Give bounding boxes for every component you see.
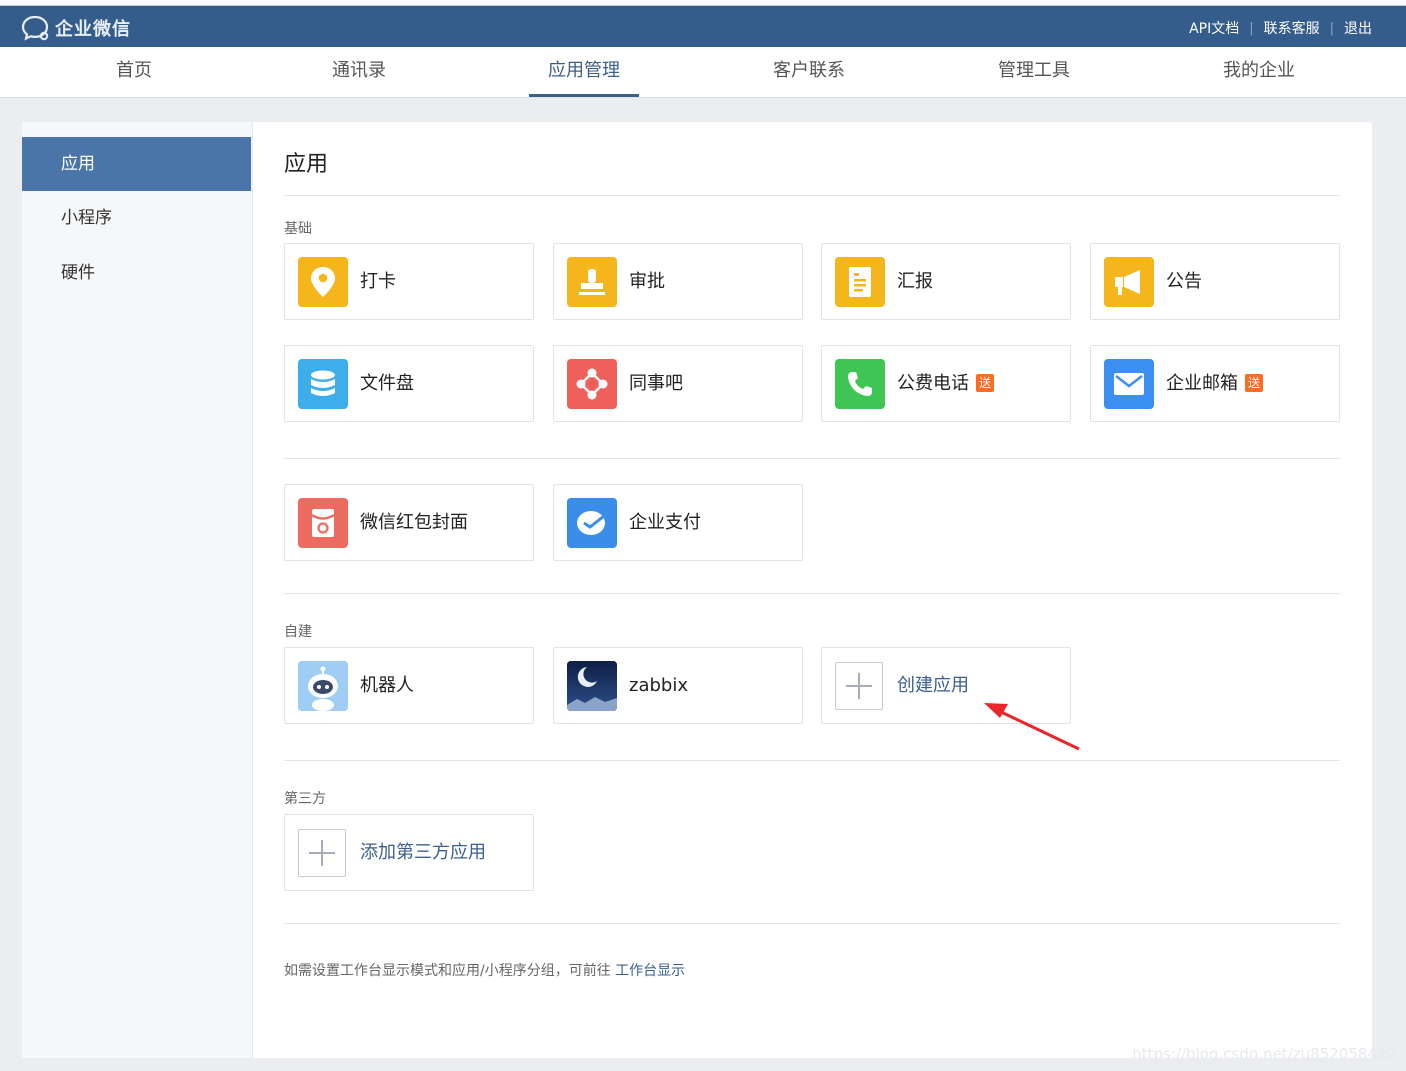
plus-icon bbox=[835, 662, 883, 710]
create-app-button[interactable]: 创建应用 bbox=[821, 647, 1071, 724]
sidebar-item-hardware[interactable]: 硬件 bbox=[22, 246, 251, 300]
robot-icon bbox=[298, 661, 348, 711]
gift-badge: 送 bbox=[976, 374, 994, 392]
divider bbox=[284, 923, 1340, 924]
app-name: 同事吧 bbox=[629, 373, 683, 394]
logo[interactable]: 企业微信 bbox=[21, 14, 131, 42]
support-link[interactable]: 联系客服 bbox=[1264, 18, 1320, 38]
create-app-label: 创建应用 bbox=[897, 675, 969, 696]
app-card-enterprise-payment[interactable]: 企业支付 bbox=[553, 484, 803, 561]
nav-management-tools[interactable]: 管理工具 bbox=[969, 47, 1099, 98]
sidebar-item-mini-programs[interactable]: 小程序 bbox=[22, 191, 251, 245]
logout-link[interactable]: 退出 bbox=[1344, 18, 1372, 38]
app-name: 企业支付 bbox=[629, 512, 701, 533]
content-area: 应用 基础 打卡 审批 汇报 公告 文件盘 同事吧 公费电话 送 企业邮箱 送 … bbox=[284, 122, 1340, 1058]
app-name: 企业邮箱送 bbox=[1166, 346, 1263, 421]
watermark: https://blog.csdn.net/zu852058422 bbox=[1132, 1045, 1396, 1063]
app-card-red-packet-cover[interactable]: 微信红包封面 bbox=[284, 484, 534, 561]
separator: | bbox=[1329, 20, 1334, 36]
section-label-third-party: 第三方 bbox=[284, 791, 326, 807]
divider bbox=[284, 593, 1340, 594]
divider bbox=[284, 195, 1340, 196]
app-name: 公费电话送 bbox=[897, 346, 994, 421]
megaphone-icon bbox=[1104, 257, 1154, 307]
top-links: API文档 | 联系客服 | 退出 bbox=[1189, 18, 1372, 38]
location-pin-icon bbox=[298, 257, 348, 307]
app-name: 打卡 bbox=[360, 271, 396, 292]
app-name: 汇报 bbox=[897, 271, 933, 292]
moon-night-icon bbox=[567, 661, 617, 711]
app-name: zabbix bbox=[629, 675, 688, 696]
database-icon bbox=[298, 359, 348, 409]
payment-icon bbox=[567, 498, 617, 548]
app-card-announcement[interactable]: 公告 bbox=[1090, 243, 1340, 320]
app-card-colleague-circle[interactable]: 同事吧 bbox=[553, 345, 803, 422]
mail-icon bbox=[1104, 359, 1154, 409]
network-icon bbox=[567, 359, 617, 409]
app-card-report[interactable]: 汇报 bbox=[821, 243, 1071, 320]
app-name: 审批 bbox=[629, 271, 665, 292]
divider bbox=[284, 458, 1340, 459]
footnote: 如需设置工作台显示模式和应用/小程序分组，可前往 工作台显示 bbox=[284, 960, 685, 980]
nav-app-management[interactable]: 应用管理 bbox=[519, 47, 649, 98]
top-bar: 企业微信 API文档 | 联系客服 | 退出 bbox=[0, 6, 1406, 47]
section-label-custom: 自建 bbox=[284, 624, 312, 640]
app-name: 微信红包封面 bbox=[360, 512, 468, 533]
app-name-text: 企业邮箱 bbox=[1166, 373, 1238, 394]
sidebar-item-apps[interactable]: 应用 bbox=[22, 137, 251, 191]
phone-icon bbox=[835, 359, 885, 409]
stamp-icon bbox=[567, 257, 617, 307]
app-card-approval[interactable]: 审批 bbox=[553, 243, 803, 320]
logo-text: 企业微信 bbox=[55, 19, 131, 40]
nav-home[interactable]: 首页 bbox=[69, 47, 199, 98]
workbench-display-link[interactable]: 工作台显示 bbox=[615, 963, 685, 979]
app-name: 文件盘 bbox=[360, 373, 414, 394]
nav-contacts[interactable]: 通讯录 bbox=[294, 47, 424, 98]
app-card-enterprise-mail[interactable]: 企业邮箱送 bbox=[1090, 345, 1340, 422]
plus-icon bbox=[298, 829, 346, 877]
app-card-zabbix[interactable]: zabbix bbox=[553, 647, 803, 724]
sidebar: 应用 小程序 硬件 bbox=[22, 122, 253, 1058]
app-card-public-phone[interactable]: 公费电话送 bbox=[821, 345, 1071, 422]
divider bbox=[284, 760, 1340, 761]
app-name-text: 公费电话 bbox=[897, 373, 969, 394]
add-third-party-app-button[interactable]: 添加第三方应用 bbox=[284, 814, 534, 891]
gift-badge: 送 bbox=[1245, 374, 1263, 392]
api-docs-link[interactable]: API文档 bbox=[1189, 18, 1239, 38]
nav-customer-contact[interactable]: 客户联系 bbox=[744, 47, 874, 98]
page-title: 应用 bbox=[284, 152, 329, 177]
main-panel: 应用 小程序 硬件 应用 基础 打卡 审批 汇报 公告 文件盘 同事吧 公费电话… bbox=[22, 122, 1372, 1058]
separator: | bbox=[1249, 20, 1254, 36]
footnote-text: 如需设置工作台显示模式和应用/小程序分组，可前往 bbox=[284, 963, 611, 979]
add-third-party-label: 添加第三方应用 bbox=[360, 842, 486, 863]
app-name: 机器人 bbox=[360, 675, 414, 696]
report-icon bbox=[835, 257, 885, 307]
logo-icon bbox=[21, 15, 49, 41]
nav-my-enterprise[interactable]: 我的企业 bbox=[1194, 47, 1324, 98]
app-card-file-drive[interactable]: 文件盘 bbox=[284, 345, 534, 422]
red-packet-icon bbox=[298, 498, 348, 548]
section-label-basic: 基础 bbox=[284, 221, 312, 237]
app-card-robot[interactable]: 机器人 bbox=[284, 647, 534, 724]
app-card-checkin[interactable]: 打卡 bbox=[284, 243, 534, 320]
app-name: 公告 bbox=[1166, 271, 1202, 292]
main-nav: 首页 通讯录 应用管理 客户联系 管理工具 我的企业 bbox=[0, 47, 1406, 98]
